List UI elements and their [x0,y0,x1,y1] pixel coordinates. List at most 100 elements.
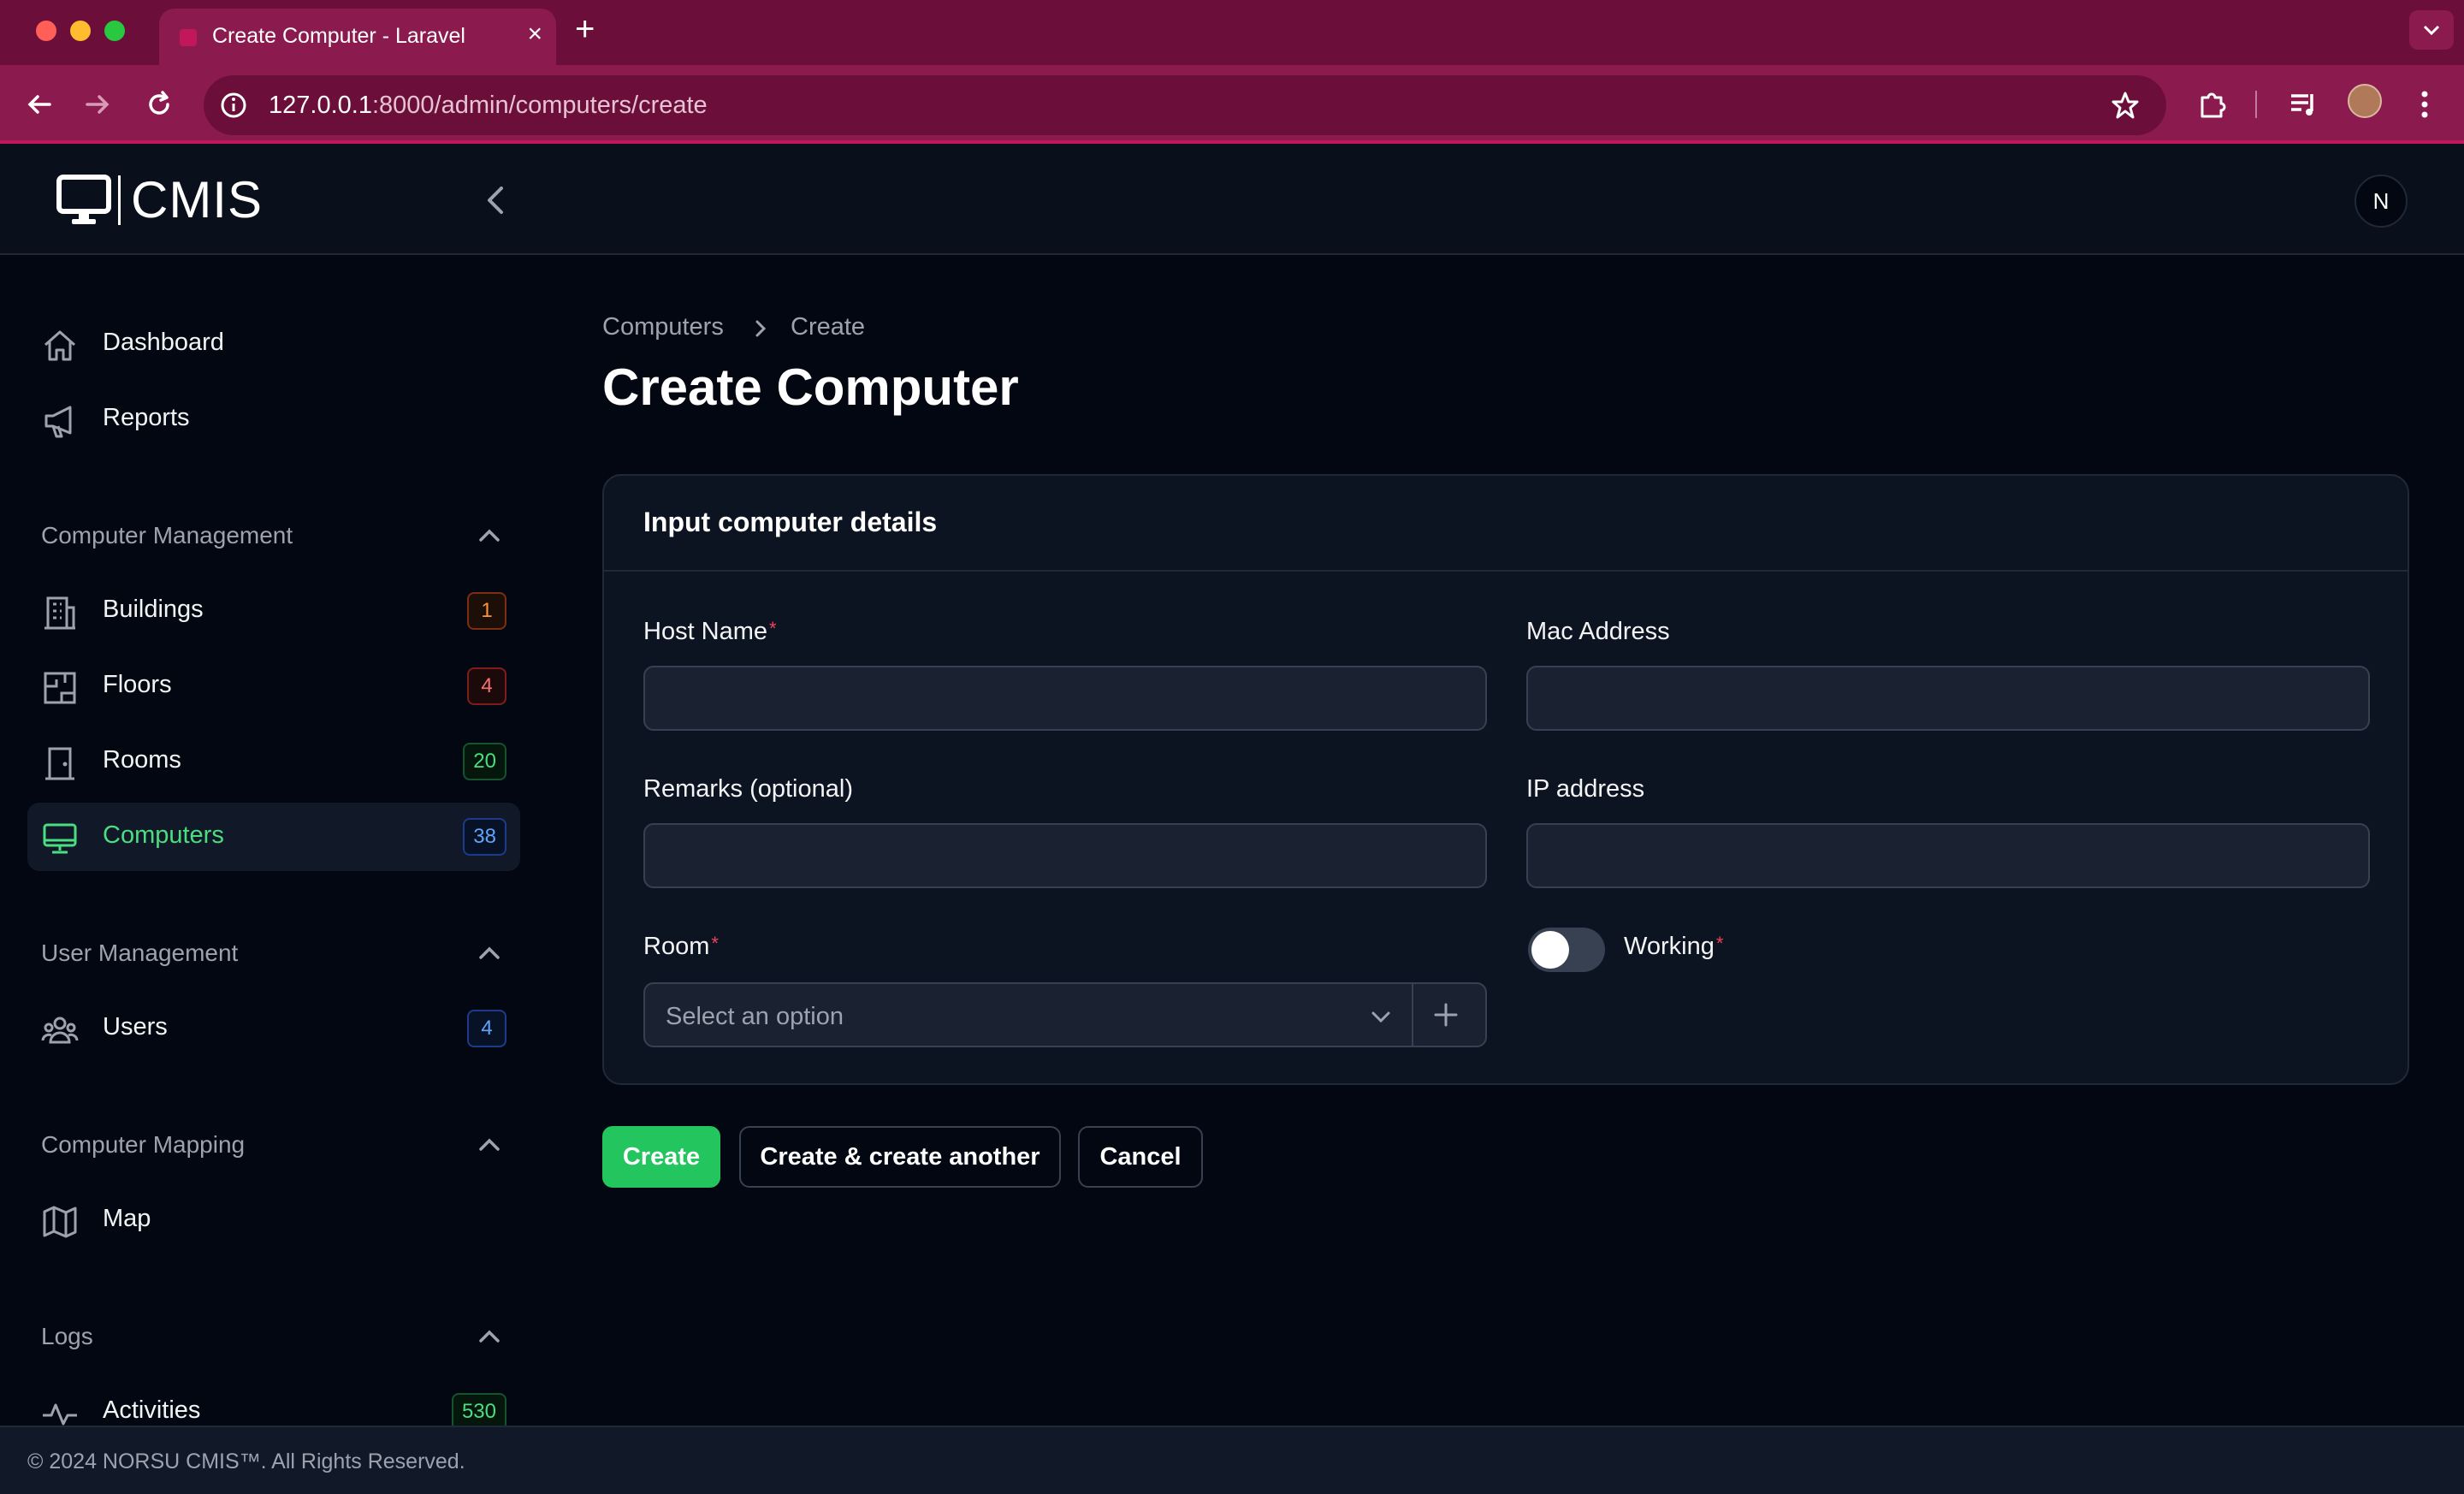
activity-icon [43,1403,77,1426]
door-icon [45,747,74,780]
sidebar-item-label: Users [103,1013,168,1040]
create-button[interactable]: Create [602,1126,720,1188]
chevron-up-icon[interactable] [476,1133,503,1157]
building-icon [44,596,75,630]
breadcrumb-create: Create [791,313,866,341]
address-bar[interactable]: 127.0.0.1:8000/admin/computers/create [204,75,2166,135]
count-badge: 4 [467,667,506,705]
tab-search-button[interactable] [2409,10,2454,50]
ip-address-input[interactable] [1526,823,2370,888]
sidebar-item-rooms[interactable]: Rooms 20 [27,727,520,796]
footer: © 2024 NORSU CMIS™. All Rights Reserved. [0,1426,2464,1494]
sidebar-item-reports[interactable]: Reports [27,385,520,454]
new-tab-icon[interactable]: + [575,12,595,46]
group-title-computer-management[interactable]: Computer Management [41,522,293,549]
host-name-input[interactable] [643,666,1487,731]
browser-tab[interactable]: Create Computer - Laravel × [159,9,556,65]
group-title-user-management[interactable]: User Management [41,940,238,967]
home-icon [44,330,75,361]
add-room-plus-icon[interactable] [1432,1001,1460,1029]
url-path: :8000/admin/computers/create [371,92,708,119]
close-tab-icon[interactable]: × [527,21,542,48]
sidebar-item-computers[interactable]: Computers 38 [27,803,520,871]
chevron-down-icon [2423,25,2440,36]
room-select[interactable]: Select an option [643,982,1487,1047]
chevron-up-icon[interactable] [476,524,503,548]
host-name-label-text: Host Name [643,618,768,645]
minimize-window-button[interactable] [70,21,91,41]
favicon-icon [180,29,197,46]
tab-title: Create Computer - Laravel [212,24,465,48]
collapse-sidebar-icon[interactable] [479,181,513,219]
browser-tab-strip: Create Computer - Laravel × + [0,0,2464,65]
site-info-icon[interactable] [219,91,248,120]
section-title: Input computer details [643,507,938,537]
bookmark-star-icon[interactable] [2110,90,2141,121]
sidebar-item-label: Activities [103,1396,201,1424]
sidebar-item-label: Floors [103,671,172,698]
group-title-logs[interactable]: Logs [41,1323,93,1350]
sidebar-item-label: Map [103,1205,151,1232]
monitor-logo-icon [56,175,111,224]
back-arrow-icon[interactable] [24,89,55,120]
count-badge: 4 [467,1010,506,1047]
working-toggle[interactable] [1528,928,1605,972]
toggle-knob [1531,931,1569,969]
group-title-computer-mapping[interactable]: Computer Mapping [41,1131,245,1159]
maximize-window-button[interactable] [104,21,125,41]
logo-divider [118,175,121,225]
close-window-button[interactable] [36,21,56,41]
megaphone-icon [44,406,72,438]
computer-details-form: Input computer details Host Name* Mac Ad… [602,474,2409,1085]
browser-profile-avatar[interactable] [2348,84,2382,118]
required-marker: * [1715,933,1724,954]
url-host: 127.0.0.1 [269,92,372,119]
sidebar-item-users[interactable]: Users 4 [27,994,520,1063]
room-label: Room* [643,933,719,961]
url-text: 127.0.0.1:8000/admin/computers/create [269,92,708,120]
breadcrumb-computers[interactable]: Computers [602,313,724,341]
ip-address-label: IP address [1526,775,1645,803]
page-title: Create Computer [602,359,1019,416]
count-badge: 20 [463,743,506,780]
sidebar-item-label: Dashboard [103,329,224,356]
extensions-puzzle-icon[interactable] [2195,87,2230,122]
chevron-up-icon[interactable] [476,1325,503,1349]
host-name-label: Host Name* [643,618,777,646]
sidebar-item-dashboard[interactable]: Dashboard [27,310,520,378]
sidebar-item-label: Reports [103,404,190,431]
floor-plan-icon [44,672,76,704]
more-vertical-icon[interactable] [2414,87,2435,122]
working-label[interactable]: Working* [1624,933,1723,961]
chevron-down-icon[interactable] [1369,1006,1393,1027]
forward-arrow-icon[interactable] [82,89,113,120]
sidebar-item-floors[interactable]: Floors 4 [27,652,520,720]
users-icon [41,1017,79,1044]
app-topbar: CMIS [0,144,2464,255]
room-select-placeholder: Select an option [666,1003,844,1030]
sidebar-item-buildings[interactable]: Buildings 1 [27,577,520,645]
sidebar-item-label: Rooms [103,746,181,774]
user-avatar[interactable]: N [2354,175,2408,228]
copyright-text: © 2024 NORSU CMIS™. All Rights Reserved. [27,1450,465,1473]
remarks-input[interactable] [643,823,1487,888]
chevron-right-icon [755,320,767,337]
sidebar-item-activities[interactable]: Activities 530 [27,1378,520,1426]
required-marker: * [711,933,719,954]
map-icon [43,1206,77,1238]
remarks-label: Remarks (optional) [643,775,853,803]
count-badge: 530 [451,1393,506,1426]
count-badge: 38 [463,818,506,856]
app-logo[interactable]: CMIS [56,175,263,226]
cancel-button[interactable]: Cancel [1078,1126,1203,1188]
sidebar-item-label: Computers [103,821,224,849]
toolbar-divider [2255,91,2257,118]
sidebar-item-map[interactable]: Map [27,1186,520,1254]
mac-address-input[interactable] [1526,666,2370,731]
create-and-create-another-button[interactable]: Create & create another [739,1126,1061,1188]
required-marker: * [769,618,777,639]
chevron-up-icon[interactable] [476,941,503,965]
reload-icon[interactable] [144,89,175,120]
media-queue-icon[interactable] [2286,87,2320,122]
mac-address-label: Mac Address [1526,618,1670,645]
